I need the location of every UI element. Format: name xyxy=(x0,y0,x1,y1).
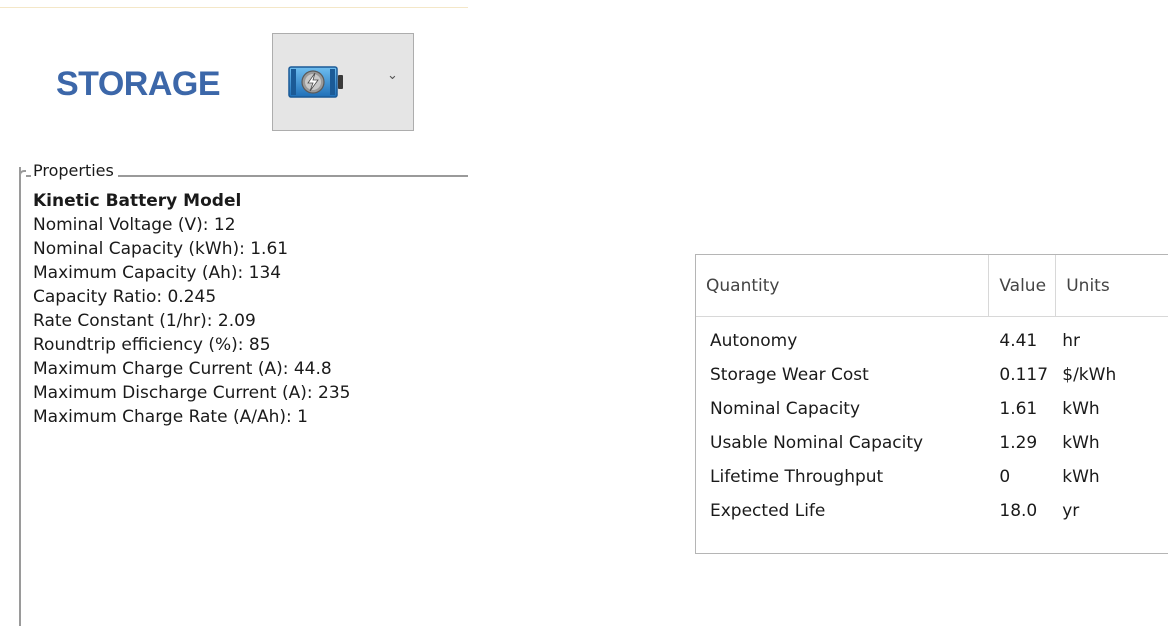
quantity-cell: Usable Nominal Capacity xyxy=(710,433,924,453)
quantity-cell: Expected Life xyxy=(710,501,826,521)
table-row[interactable]: Storage Wear Cost 0.117 $/kWh xyxy=(696,358,1168,392)
property-item: Maximum Capacity (Ah): 134 xyxy=(33,263,282,283)
column-header-quantity[interactable]: Quantity xyxy=(696,255,990,316)
table-row[interactable]: Lifetime Throughput 0 kWh xyxy=(696,460,1168,494)
property-item: Capacity Ratio: 0.245 xyxy=(33,287,217,307)
storage-type-dropdown[interactable]: ⌄ xyxy=(272,33,414,131)
table-row[interactable]: Expected Life 18.0 yr xyxy=(696,494,1168,528)
property-item: Roundtrip efficiency (%): 85 xyxy=(33,335,271,355)
properties-list: Kinetic Battery Model Nominal Voltage (V… xyxy=(33,189,350,429)
property-item: Nominal Capacity (kWh): 1.61 xyxy=(33,239,289,259)
table-row[interactable]: Nominal Capacity 1.61 kWh xyxy=(696,392,1168,426)
table-body: Autonomy 4.41 hr Storage Wear Cost 0.117… xyxy=(696,317,1168,528)
column-header-value[interactable]: Value xyxy=(989,255,1057,316)
value-cell: 0.117 xyxy=(999,365,1049,385)
model-title: Kinetic Battery Model xyxy=(33,191,242,211)
quantity-cell: Lifetime Throughput xyxy=(710,467,884,487)
table-row[interactable]: Usable Nominal Capacity 1.29 kWh xyxy=(696,426,1168,460)
units-cell: $/kWh xyxy=(1062,365,1117,385)
value-cell: 18.0 xyxy=(999,501,1038,521)
property-item: Rate Constant (1/hr): 2.09 xyxy=(33,311,256,331)
quantity-cell: Autonomy xyxy=(710,331,798,351)
value-cell: 4.41 xyxy=(999,331,1038,351)
top-divider xyxy=(0,7,468,8)
units-cell: yr xyxy=(1062,501,1080,521)
column-header-units[interactable]: Units xyxy=(1056,255,1168,316)
units-cell: kWh xyxy=(1062,467,1100,487)
value-cell: 1.29 xyxy=(999,433,1038,453)
property-item: Nominal Voltage (V): 12 xyxy=(33,215,236,235)
property-item: Maximum Charge Current (A): 44.8 xyxy=(33,359,332,379)
table-header: Quantity Value Units xyxy=(696,255,1168,317)
property-item: Maximum Charge Rate (A/Ah): 1 xyxy=(33,407,308,427)
battery-lightning-icon xyxy=(287,64,351,100)
page-title: STORAGE xyxy=(56,65,221,103)
units-cell: hr xyxy=(1062,331,1081,351)
results-table: Quantity Value Units Autonomy 4.41 hr St… xyxy=(695,254,1168,554)
properties-frame-left xyxy=(19,167,21,626)
value-cell: 1.61 xyxy=(999,399,1038,419)
units-cell: kWh xyxy=(1062,433,1100,453)
quantity-cell: Storage Wear Cost xyxy=(710,365,869,385)
quantity-cell: Nominal Capacity xyxy=(710,399,861,419)
properties-legend: Properties xyxy=(31,160,118,182)
table-row[interactable]: Autonomy 4.41 hr xyxy=(696,324,1168,358)
units-cell: kWh xyxy=(1062,399,1100,419)
properties-frame-corner xyxy=(19,170,26,177)
value-cell: 0 xyxy=(999,467,1011,487)
chevron-down-icon: ⌄ xyxy=(387,68,398,83)
property-item: Maximum Discharge Current (A): 235 xyxy=(33,383,351,403)
